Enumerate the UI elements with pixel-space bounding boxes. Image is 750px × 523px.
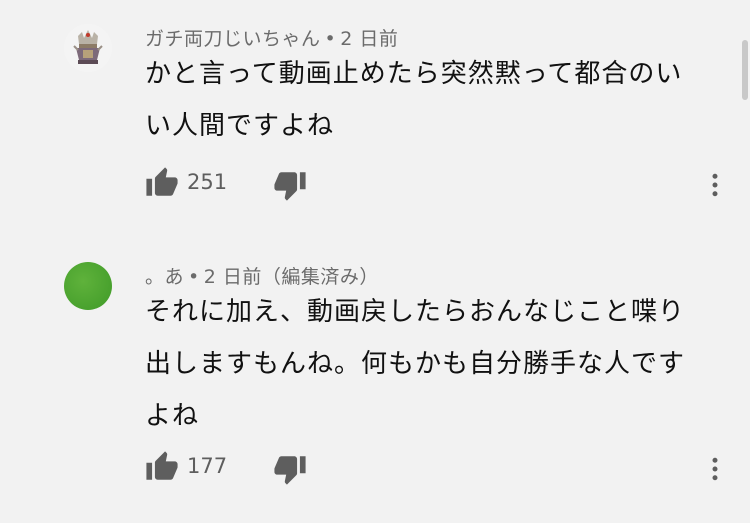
dislike-button[interactable] bbox=[273, 168, 307, 202]
comment-time[interactable]: 2 日前（編集済み） bbox=[204, 266, 379, 288]
like-button[interactable] bbox=[145, 166, 179, 200]
more-options-button[interactable] bbox=[700, 170, 730, 200]
thumbs-up-icon bbox=[146, 451, 178, 480]
comment-text-line: い人間ですよね bbox=[145, 111, 335, 141]
comment-meta: 。あ • 2 日前（編集済み） bbox=[145, 262, 379, 289]
comment-actions: 177 bbox=[145, 450, 745, 490]
like-count: 177 bbox=[187, 454, 228, 478]
dislike-button[interactable] bbox=[273, 452, 307, 486]
author-name[interactable]: ガチ両刀じいちゃん bbox=[145, 28, 321, 50]
more-vert-icon bbox=[712, 457, 718, 481]
meta-separator: • bbox=[324, 28, 337, 50]
comment-actions: 251 bbox=[145, 166, 745, 206]
comment-meta: ガチ両刀じいちゃん • 2 日前 bbox=[145, 24, 398, 51]
more-options-button[interactable] bbox=[700, 454, 730, 484]
like-button[interactable] bbox=[145, 450, 179, 484]
like-count: 251 bbox=[187, 170, 228, 194]
more-vert-icon bbox=[712, 173, 718, 197]
comment-text: それに加え、動画戻したらおんなじこと喋り 出しますもんね。何もかも自分勝手な人で… bbox=[145, 286, 705, 442]
crest-icon bbox=[64, 24, 112, 72]
thumbs-up-icon bbox=[146, 167, 178, 196]
comment-text-line: それに加え、動画戻したらおんなじこと喋り bbox=[145, 297, 686, 327]
thumbs-down-icon bbox=[274, 172, 306, 201]
comment-text-line: かと言って動画止めたら突然黙って都合のい bbox=[145, 59, 683, 89]
thumbs-down-icon bbox=[274, 456, 306, 485]
author-avatar[interactable] bbox=[64, 262, 112, 310]
scrollbar[interactable] bbox=[742, 40, 748, 100]
author-avatar[interactable] bbox=[64, 24, 112, 72]
author-name[interactable]: 。あ bbox=[145, 266, 184, 288]
comment-text: かと言って動画止めたら突然黙って都合のい い人間ですよね bbox=[145, 48, 705, 152]
comment-time[interactable]: 2 日前 bbox=[340, 28, 398, 50]
comment-text-line: 出しますもんね。何もかも自分勝手な人です bbox=[145, 349, 686, 379]
comment-text-line: よね bbox=[145, 401, 200, 431]
meta-separator: • bbox=[188, 266, 200, 288]
